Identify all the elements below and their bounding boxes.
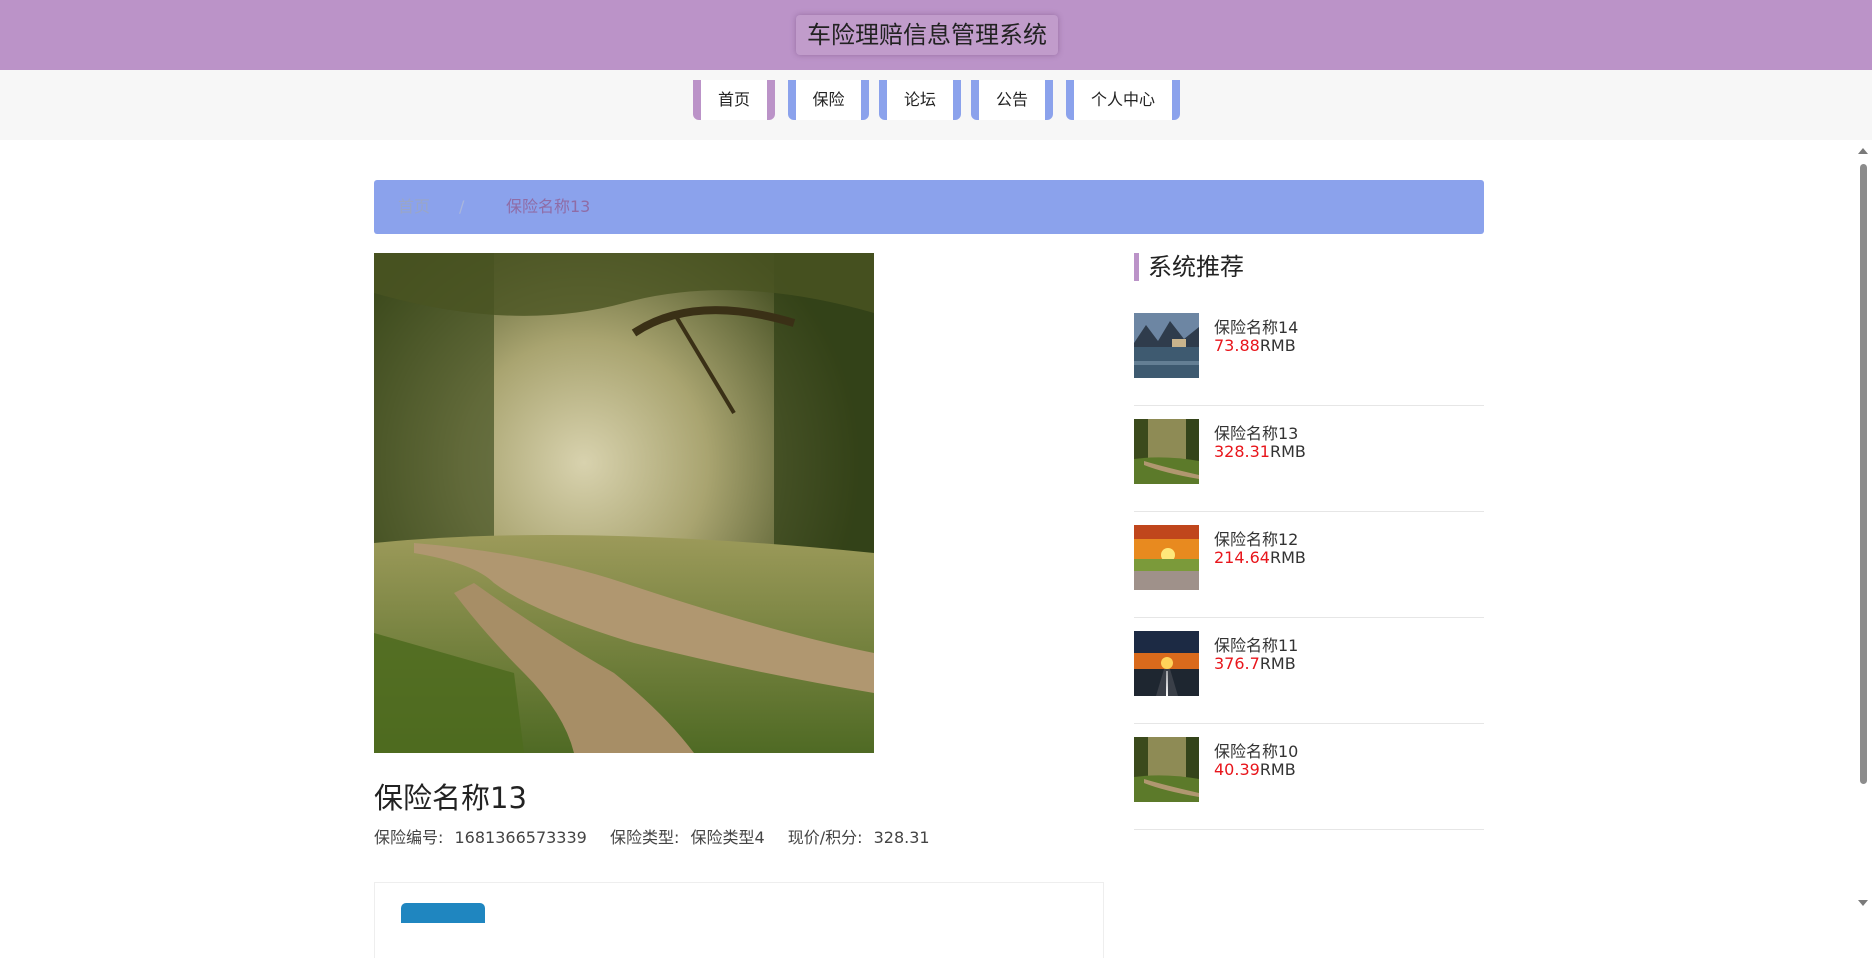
scroll-down-arrow-icon[interactable] <box>1858 900 1868 906</box>
scroll-up-arrow-icon[interactable] <box>1858 148 1868 154</box>
site-title: 车险理赔信息管理系统 <box>796 15 1058 55</box>
recommend-item-price: 73.88 <box>1214 336 1260 355</box>
product-title: 保险名称13 <box>374 781 527 815</box>
sunset-field-image <box>1134 525 1199 590</box>
lake-village-image <box>1134 313 1199 378</box>
nav-item-insurance[interactable]: 保险 <box>788 80 869 120</box>
recommend-item-name: 保险名称12 <box>1214 530 1299 549</box>
recommend-thumb <box>1134 631 1199 696</box>
recommend-item-name: 保险名称11 <box>1214 636 1299 655</box>
nav-item-profile[interactable]: 个人中心 <box>1066 80 1180 120</box>
recommend-thumb <box>1134 525 1199 590</box>
nav-item-insurance-label: 保险 <box>796 80 861 120</box>
recommend-item[interactable]: 保险名称12 214.64RMB <box>1134 512 1484 618</box>
detail-tab-button[interactable] <box>401 903 485 923</box>
recommend-item-currency: RMB <box>1259 654 1296 673</box>
breadcrumb-separator: / <box>459 197 465 216</box>
recommend-item-price-line: 376.7RMB <box>1214 654 1296 673</box>
breadcrumb-current: 保险名称13 <box>506 197 591 216</box>
recommend-item-price: 376.7 <box>1214 654 1260 673</box>
detail-panel <box>374 882 1104 958</box>
page: 车险理赔信息管理系统 首页 保险 论坛 公告 个人中心 首页 / 保险名称13 <box>0 0 1872 958</box>
recommend-item-price-line: 73.88RMB <box>1214 336 1296 355</box>
recommend-item[interactable]: 保险名称13 328.31RMB <box>1134 406 1484 512</box>
scrollbar-thumb[interactable] <box>1860 164 1867 784</box>
product-price-label: 现价/积分: <box>787 828 863 847</box>
recommend-list: 保险名称14 73.88RMB 保险名称13 328.31RMB 保险名称12 … <box>1134 300 1484 830</box>
product-meta: 保险编号: 1681366573339 保险类型: 保险类型4 现价/积分: 3… <box>374 824 936 848</box>
recommend-item-price: 214.64 <box>1214 548 1270 567</box>
page-scrollbar[interactable] <box>1854 140 1872 958</box>
nav-item-forum-label: 论坛 <box>887 80 953 120</box>
nav-item-announcement[interactable]: 公告 <box>971 80 1053 120</box>
recommend-heading: 系统推荐 <box>1134 253 1244 281</box>
recommend-thumb <box>1134 419 1199 484</box>
recommend-thumb <box>1134 737 1199 802</box>
forest-path-thumb-image <box>1134 419 1199 484</box>
recommend-item-price-line: 328.31RMB <box>1214 442 1306 461</box>
recommend-item-name: 保险名称10 <box>1214 742 1299 761</box>
recommend-thumb <box>1134 313 1199 378</box>
product-type-label: 保险类型: <box>609 828 680 847</box>
recommend-item[interactable]: 保险名称14 73.88RMB <box>1134 300 1484 406</box>
sunset-road-image <box>1134 631 1199 696</box>
nav-item-home[interactable]: 首页 <box>693 80 775 120</box>
recommend-item-currency: RMB <box>1269 548 1306 567</box>
nav-item-home-label: 首页 <box>701 80 767 120</box>
recommend-item-price: 40.39 <box>1214 760 1260 779</box>
recommend-item-name: 保险名称13 <box>1214 424 1299 443</box>
main-nav: 首页 保险 论坛 公告 个人中心 <box>0 70 1872 140</box>
recommend-item-price: 328.31 <box>1214 442 1270 461</box>
recommend-item[interactable]: 保险名称10 40.39RMB <box>1134 724 1484 830</box>
recommend-item-currency: RMB <box>1269 442 1306 461</box>
nav-item-announcement-label: 公告 <box>979 80 1045 120</box>
recommend-item-currency: RMB <box>1259 760 1296 779</box>
forest-path-image <box>374 253 874 753</box>
product-type-value: 保险类型4 <box>690 828 765 847</box>
nav-item-profile-label: 个人中心 <box>1074 80 1172 120</box>
breadcrumb: 首页 / 保险名称13 <box>374 180 1484 234</box>
recommend-item-price-line: 40.39RMB <box>1214 760 1296 779</box>
nav-item-forum[interactable]: 论坛 <box>879 80 961 120</box>
forest-path-thumb-image <box>1134 737 1199 802</box>
recommend-item[interactable]: 保险名称11 376.7RMB <box>1134 618 1484 724</box>
recommend-item-price-line: 214.64RMB <box>1214 548 1306 567</box>
recommend-item-name: 保险名称14 <box>1214 318 1299 337</box>
recommend-item-currency: RMB <box>1259 336 1296 355</box>
product-image <box>374 253 874 753</box>
top-header: 车险理赔信息管理系统 <box>0 0 1872 70</box>
product-number-label: 保险编号: <box>374 828 444 847</box>
product-price-value: 328.31 <box>873 828 930 847</box>
breadcrumb-home-link[interactable]: 首页 <box>398 180 430 234</box>
product-number-value: 1681366573339 <box>454 828 587 847</box>
